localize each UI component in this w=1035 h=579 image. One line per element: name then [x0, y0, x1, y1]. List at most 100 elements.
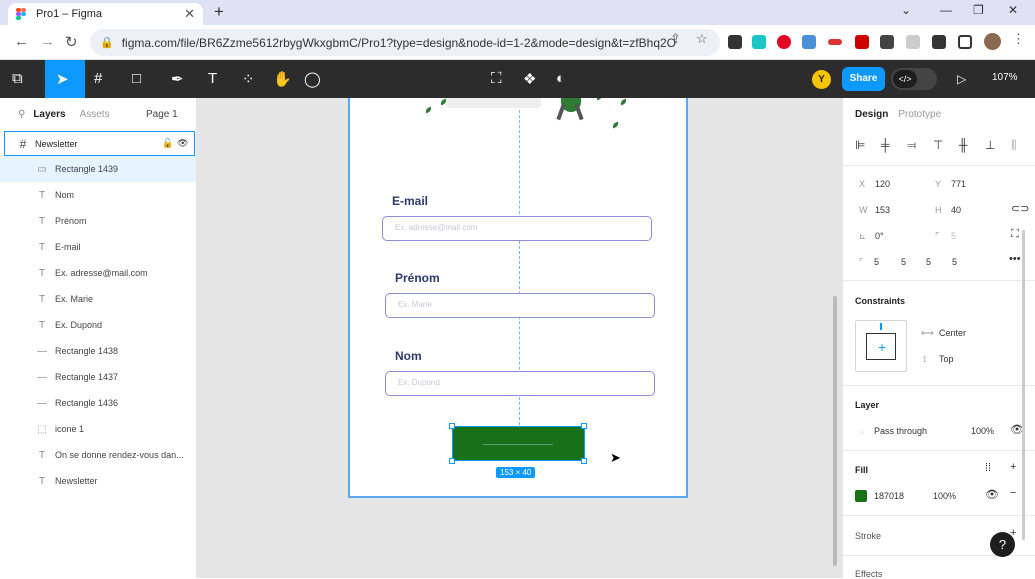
- tab-prototype[interactable]: Prototype: [898, 109, 941, 120]
- mask-icon[interactable]: ◐: [556, 70, 565, 87]
- newsletter-frame[interactable]: E-mail Ex. adresse@mail.com Prénom Ex. M…: [348, 98, 688, 498]
- design-panel-scrollbar[interactable]: [1022, 230, 1025, 540]
- fill-opacity-input[interactable]: 100%: [933, 491, 956, 501]
- email-field[interactable]: Ex. adresse@mail.com: [382, 216, 652, 241]
- pinterest-icon[interactable]: [777, 35, 791, 49]
- zoom-level[interactable]: 107%: [992, 72, 1018, 83]
- layer-item[interactable]: T Ex. Dupond: [0, 312, 196, 338]
- align-left-icon[interactable]: ⊫: [855, 138, 865, 152]
- fill-color-swatch[interactable]: [855, 490, 867, 502]
- align-bottom-icon[interactable]: ⊥: [985, 138, 995, 152]
- url-text[interactable]: figma.com/file/BR6Zzme5612rbygWkxgbmC/Pr…: [122, 36, 677, 50]
- unlock-icon[interactable]: 🔓: [162, 138, 173, 149]
- layer-item[interactable]: ⬚ icone 1: [0, 416, 196, 442]
- constraint-top-bar[interactable]: [880, 323, 882, 330]
- pen-tool-icon[interactable]: ✒: [171, 70, 184, 88]
- h-input[interactable]: 40: [951, 205, 961, 215]
- close-icon[interactable]: ✕: [184, 6, 195, 22]
- distribute-icon[interactable]: ⫼: [1011, 138, 1017, 153]
- extension-icon[interactable]: [728, 35, 742, 49]
- menu-icon[interactable]: ⋮: [1012, 31, 1025, 47]
- resize-handle[interactable]: [581, 423, 587, 429]
- email-label[interactable]: E-mail: [392, 194, 428, 208]
- canvas[interactable]: E-mail Ex. adresse@mail.com Prénom Ex. M…: [197, 98, 842, 578]
- tab-design[interactable]: Design: [855, 109, 888, 120]
- layer-item[interactable]: T On se donne rendez-vous dan...: [0, 442, 196, 468]
- extension-icon[interactable]: [880, 35, 894, 49]
- profile-avatar[interactable]: [984, 33, 1001, 50]
- independent-corners-icon[interactable]: ⛶: [1011, 228, 1019, 241]
- vertical-constraint-select[interactable]: Top: [939, 354, 954, 364]
- restore-icon[interactable]: ❐: [973, 3, 984, 17]
- layer-item[interactable]: T Ex. Marie: [0, 286, 196, 312]
- nom-field[interactable]: Ex. Dupond: [385, 371, 655, 396]
- bookmark-icon[interactable]: ☆: [696, 31, 708, 47]
- submit-button-rectangle[interactable]: [452, 426, 585, 461]
- share-button[interactable]: Share: [842, 67, 885, 91]
- radius-top-left[interactable]: 5: [874, 257, 879, 267]
- extension-icon[interactable]: [752, 35, 766, 49]
- remove-fill-icon[interactable]: −: [1010, 487, 1016, 499]
- puzzle-icon[interactable]: [932, 35, 946, 49]
- layer-item[interactable]: T Prénom: [0, 208, 196, 234]
- forward-icon[interactable]: →: [40, 33, 55, 50]
- help-button[interactable]: ?: [990, 532, 1015, 557]
- comment-tool-icon[interactable]: ◯: [304, 70, 321, 88]
- resources-icon[interactable]: ⁘: [242, 70, 255, 88]
- styles-icon[interactable]: ⁞⁞: [985, 462, 991, 474]
- new-tab-icon[interactable]: +: [214, 2, 224, 22]
- back-icon[interactable]: ←: [14, 33, 29, 50]
- constraint-center-icon[interactable]: +: [878, 339, 886, 355]
- hand-tool-icon[interactable]: ✋: [273, 70, 292, 88]
- page-selector[interactable]: Page 1: [146, 109, 178, 120]
- align-middle-icon[interactable]: ╫: [959, 138, 968, 152]
- tab-assets[interactable]: Assets: [80, 109, 110, 120]
- prenom-label[interactable]: Prénom: [395, 271, 440, 285]
- radius-bottom-right[interactable]: 5: [926, 257, 931, 267]
- x-input[interactable]: 120: [875, 179, 890, 189]
- close-window-icon[interactable]: ✕: [1008, 3, 1018, 17]
- move-tool-button[interactable]: ➤: [45, 60, 85, 98]
- w-input[interactable]: 153: [875, 205, 890, 215]
- horizontal-constraint-select[interactable]: Center: [939, 328, 966, 338]
- constraints-widget[interactable]: +: [855, 320, 907, 372]
- address-bar[interactable]: 🔒 figma.com/file/BR6Zzme5612rbygWkxgbmC/…: [90, 29, 720, 56]
- extension-icon[interactable]: [855, 35, 869, 49]
- resize-handle[interactable]: [581, 458, 587, 464]
- reload-icon[interactable]: ↻: [65, 33, 78, 51]
- dev-mode-toggle[interactable]: </>: [891, 68, 937, 90]
- rectangle-tool-icon[interactable]: □: [132, 70, 141, 87]
- blend-mode-select[interactable]: Pass through: [874, 426, 927, 436]
- layer-item[interactable]: T Newsletter: [0, 468, 196, 494]
- layer-item[interactable]: T E-mail: [0, 234, 196, 260]
- extension-icon[interactable]: [906, 35, 920, 49]
- present-icon[interactable]: ▷: [957, 72, 966, 86]
- align-right-icon[interactable]: ⫤: [907, 138, 916, 153]
- layer-item[interactable]: — Rectangle 1437: [0, 364, 196, 390]
- layer-item[interactable]: T Ex. adresse@mail.com: [0, 260, 196, 286]
- extension-icon[interactable]: [828, 39, 842, 45]
- align-center-h-icon[interactable]: ╪: [881, 138, 890, 152]
- crop-icon[interactable]: ⛶: [491, 70, 502, 87]
- chevron-down-icon[interactable]: ⌄: [901, 3, 911, 17]
- corner-radius-input[interactable]: 5: [951, 231, 956, 241]
- layer-item[interactable]: — Rectangle 1436: [0, 390, 196, 416]
- more-icon[interactable]: •••: [1009, 253, 1021, 265]
- share-page-icon[interactable]: ⇪: [670, 31, 681, 47]
- resize-handle[interactable]: [449, 458, 455, 464]
- rotation-input[interactable]: 0°: [875, 231, 884, 241]
- component-icon[interactable]: ❖: [523, 70, 536, 88]
- constrain-proportions-icon[interactable]: ⊂⊃: [1011, 202, 1029, 215]
- browser-tab[interactable]: Pro1 – Figma ✕: [8, 3, 203, 25]
- layer-item[interactable]: T Nom: [0, 182, 196, 208]
- add-fill-icon[interactable]: +: [1010, 461, 1016, 473]
- y-input[interactable]: 771: [951, 179, 966, 189]
- search-icon[interactable]: ⚲: [18, 109, 25, 120]
- resize-handle[interactable]: [449, 423, 455, 429]
- layer-frame-newsletter[interactable]: # Newsletter 🔓 👁: [4, 131, 195, 156]
- extension-icon[interactable]: [802, 35, 816, 49]
- radius-bottom-left[interactable]: 5: [952, 257, 957, 267]
- align-top-icon[interactable]: ⊤: [933, 138, 943, 152]
- eye-icon[interactable]: 👁: [985, 488, 999, 501]
- tab-layers[interactable]: Layers: [33, 109, 65, 120]
